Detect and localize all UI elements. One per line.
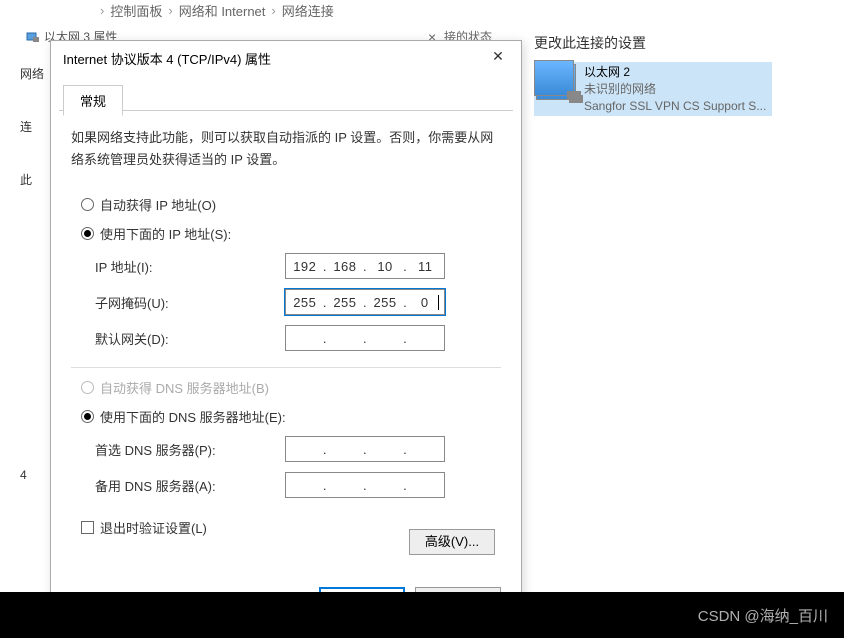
tab-strip: 常规 xyxy=(59,81,513,111)
subnet-mask-input[interactable]: 255. 255. 255. 0 xyxy=(285,289,445,315)
dialog-titlebar: Internet 协议版本 4 (TCP/IPv4) 属性 ✕ xyxy=(51,41,521,75)
gateway-input[interactable]: . . . xyxy=(285,325,445,351)
breadcrumb-item3[interactable]: 网络连接 xyxy=(282,1,334,20)
tab-general[interactable]: 常规 xyxy=(63,85,123,116)
dns2-label: 备用 DNS 服务器(A): xyxy=(95,476,285,495)
gateway-label: 默认网关(D): xyxy=(95,329,285,348)
advanced-button[interactable]: 高级(V)... xyxy=(409,529,495,555)
adapter-desc: Sangfor SSL VPN CS Support S... xyxy=(584,98,766,115)
nic-icon xyxy=(26,30,40,44)
radio-label: 自动获得 IP 地址(O) xyxy=(100,195,216,214)
dns2-input[interactable]: . . . xyxy=(285,472,445,498)
ip-address-input[interactable]: 192. 168. 10. 11 xyxy=(285,253,445,279)
change-settings-link[interactable]: 更改此连接的设置 xyxy=(534,33,646,53)
adapter-icon xyxy=(534,60,574,96)
bg-left-pane: 网络 连 此 4 xyxy=(20,65,46,485)
radio-auto-ip[interactable]: 自动获得 IP 地址(O) xyxy=(81,195,501,214)
divider xyxy=(71,367,501,368)
radio-icon[interactable] xyxy=(81,410,94,423)
ip-address-label: IP 地址(I): xyxy=(95,257,285,276)
dialog-title: Internet 协议版本 4 (TCP/IPv4) 属性 xyxy=(63,49,271,68)
radio-manual-ip[interactable]: 使用下面的 IP 地址(S): xyxy=(81,224,501,243)
radio-icon xyxy=(81,381,94,394)
breadcrumb-sep: › xyxy=(168,3,172,18)
dialog-description: 如果网络支持此功能，则可以获取自动指派的 IP 设置。否则，你需要从网络系统管理… xyxy=(71,127,501,171)
subnet-mask-label: 子网掩码(U): xyxy=(95,293,285,312)
radio-icon[interactable] xyxy=(81,198,94,211)
radio-icon[interactable] xyxy=(81,227,94,240)
radio-label: 使用下面的 DNS 服务器地址(E): xyxy=(100,407,286,426)
checkbox-icon[interactable] xyxy=(81,521,94,534)
breadcrumb-sep: › xyxy=(271,3,275,18)
dns1-input[interactable]: . . . xyxy=(285,436,445,462)
radio-manual-dns[interactable]: 使用下面的 DNS 服务器地址(E): xyxy=(81,407,501,426)
close-icon[interactable]: ✕ xyxy=(483,48,513,68)
ipv4-properties-dialog: Internet 协议版本 4 (TCP/IPv4) 属性 ✕ 常规 如果网络支… xyxy=(50,40,522,634)
breadcrumb-sep: › xyxy=(100,3,104,18)
breadcrumb-item2[interactable]: 网络和 Internet xyxy=(179,1,266,20)
radio-label: 使用下面的 IP 地址(S): xyxy=(100,224,231,243)
breadcrumb: › 控制面板 › 网络和 Internet › 网络连接 xyxy=(100,0,334,20)
checkbox-label: 退出时验证设置(L) xyxy=(100,518,207,537)
breadcrumb-item1[interactable]: 控制面板 xyxy=(110,1,162,20)
adapter-other[interactable] xyxy=(534,60,838,96)
radio-label: 自动获得 DNS 服务器地址(B) xyxy=(100,378,269,397)
dns1-label: 首选 DNS 服务器(P): xyxy=(95,440,285,459)
watermark: CSDN @海纳_百川 xyxy=(698,605,828,626)
radio-auto-dns: 自动获得 DNS 服务器地址(B) xyxy=(81,378,501,397)
